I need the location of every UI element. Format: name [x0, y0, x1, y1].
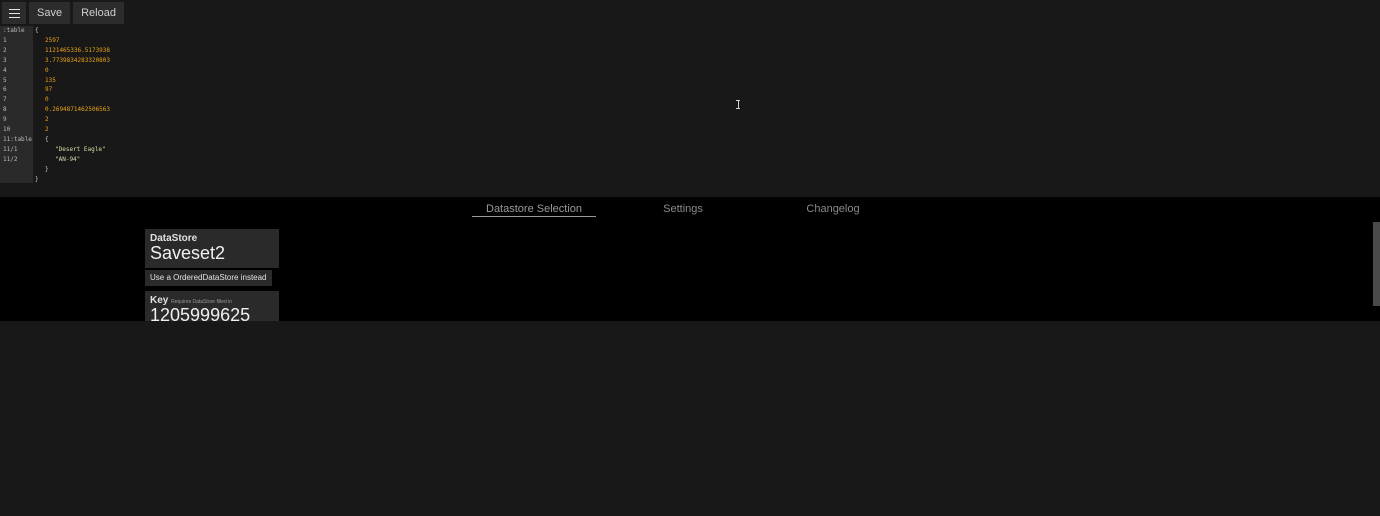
datastore-card[interactable]: DataStore Saveset2	[145, 229, 279, 268]
code-line: 0	[45, 66, 49, 74]
code-line: 0	[45, 96, 49, 104]
tab-settings[interactable]: Settings	[650, 203, 716, 215]
save-button[interactable]: Save	[29, 2, 71, 24]
code-line: {	[35, 27, 39, 34]
reload-button[interactable]: Reload	[73, 2, 124, 24]
code-line: 0.2694871462506563	[45, 106, 111, 114]
code-line: 1121465336.5173938	[45, 46, 111, 54]
key-card[interactable]: Key Requires DataStore filled in 1205999…	[145, 291, 279, 321]
code-line: {	[45, 135, 49, 143]
datastore-label: DataStore	[150, 233, 198, 244]
ordered-datastore-button[interactable]: Use a OrderedDataStore instead	[145, 270, 272, 286]
hamburger-icon	[8, 8, 20, 18]
line-number: 9	[3, 116, 7, 124]
line-number: 11/1	[3, 145, 18, 153]
scrollbar[interactable]	[1373, 222, 1380, 306]
line-number: 8	[3, 106, 7, 114]
line-number: 10	[3, 126, 11, 133]
line-number: 11:table	[3, 135, 32, 143]
code-line: }	[45, 165, 49, 173]
code-line: 2597	[45, 36, 60, 44]
datastore-input[interactable]: Saveset2	[145, 244, 279, 262]
tab-datastore-selection[interactable]: Datastore Selection	[472, 203, 596, 217]
code-line: 2	[45, 116, 49, 124]
menu-button[interactable]	[2, 2, 26, 24]
line-number: 5	[3, 76, 7, 84]
line-number: 6	[3, 86, 7, 94]
line-number: 7	[3, 96, 7, 104]
line-number: 3	[3, 56, 7, 64]
code-line: "AN-94"	[55, 155, 81, 163]
code-line: 3.7739834283320803	[45, 56, 111, 64]
line-number: 2	[3, 46, 7, 54]
code-line: }	[35, 175, 39, 183]
toolbar: Save Reload	[0, 0, 124, 26]
code-line: 97	[45, 86, 53, 94]
key-input[interactable]: 1205999625	[145, 306, 279, 321]
line-number: 11/2	[3, 155, 18, 163]
code-line: 2	[45, 126, 49, 133]
line-number-gutter: :table 1 2 3 4 5 6 7 8 9 10 11:table 11/1 11/2	[0, 26, 33, 183]
line-number: 1	[3, 36, 7, 44]
line-number: :table	[3, 27, 25, 34]
text-cursor-icon	[736, 100, 740, 109]
code-line: "Desert Eagle"	[55, 145, 106, 153]
code-line: 135	[45, 76, 56, 84]
line-number: 4	[3, 66, 7, 74]
tab-changelog[interactable]: Changelog	[795, 203, 871, 215]
